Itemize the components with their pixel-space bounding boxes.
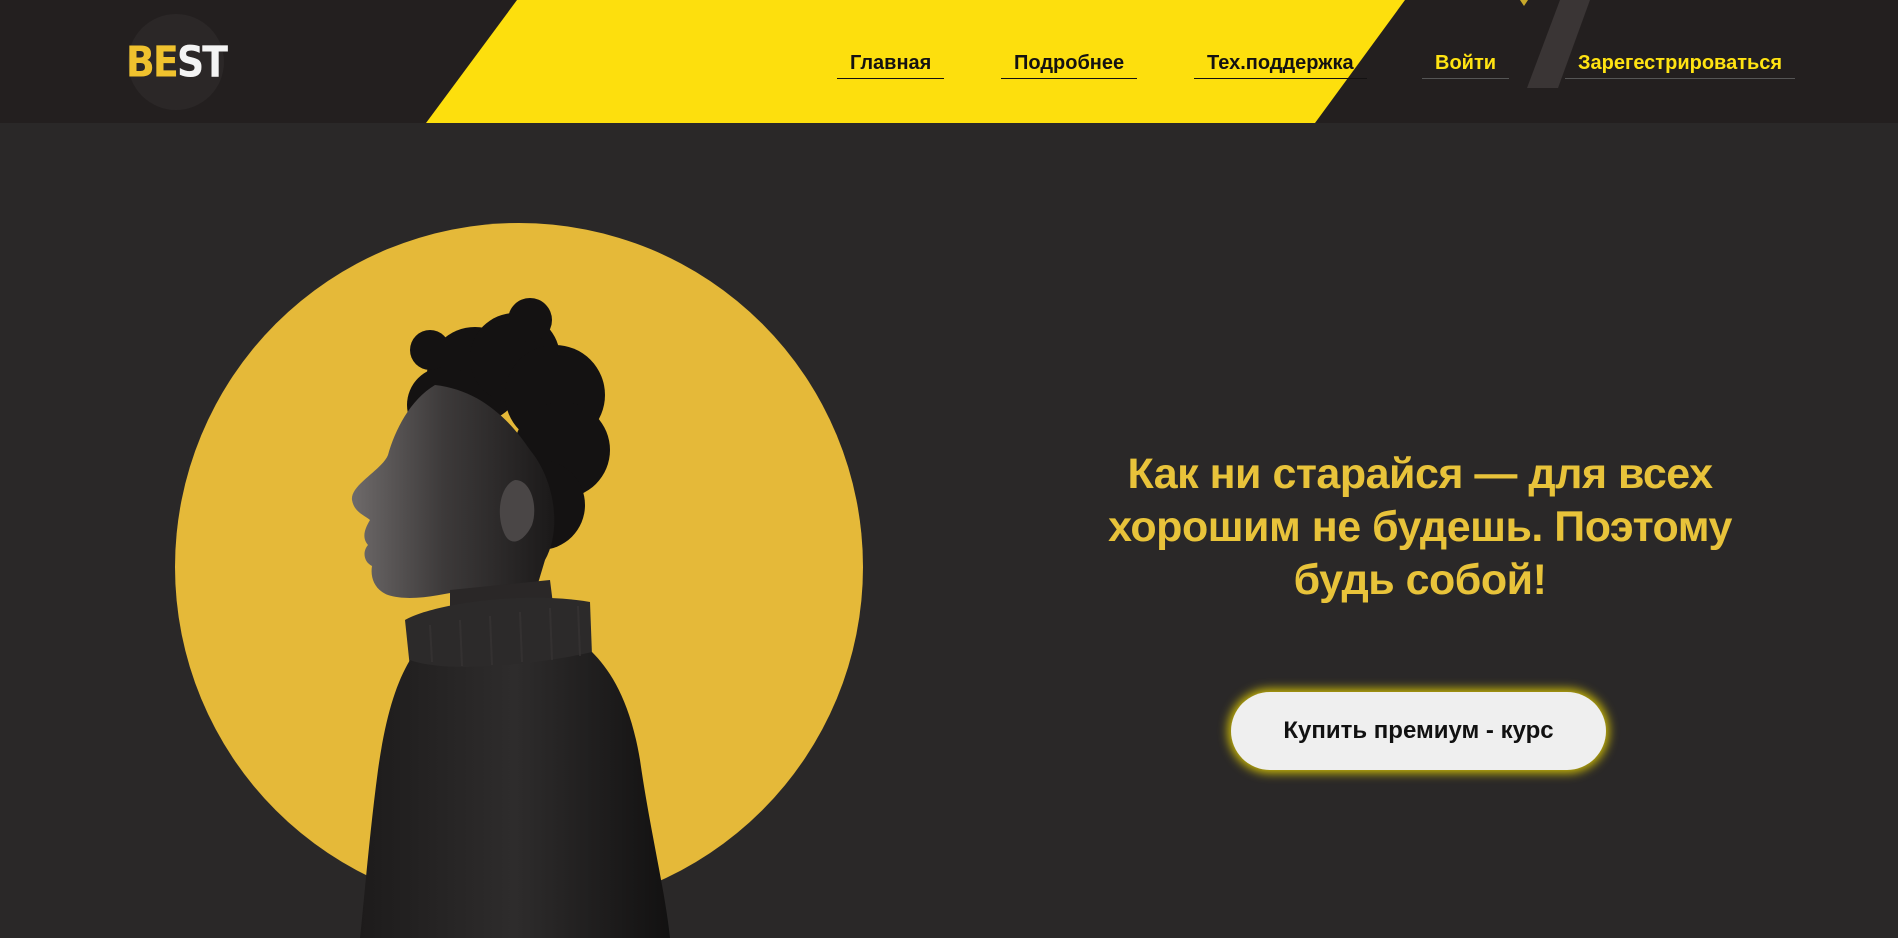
header-slash-tick	[1520, 0, 1528, 6]
buy-premium-course-button[interactable]: Купить премиум - курс	[1231, 692, 1606, 770]
nav-link-details[interactable]: Подробнее	[1001, 50, 1138, 79]
landing-page: BEST Главная Подробнее Тех.поддержка Вой…	[0, 0, 1898, 938]
sweater-body	[360, 652, 670, 938]
person-profile-portrait	[351, 298, 670, 938]
nav-link-login[interactable]: Войти	[1422, 50, 1510, 79]
logo-wordmark: BEST	[126, 41, 228, 84]
logo-text-be: BE	[125, 37, 179, 87]
nav-link-support[interactable]: Тех.поддержка	[1194, 50, 1367, 79]
hero-headline: Как ни старайся — для всех хорошим не бу…	[1108, 450, 1732, 604]
site-header: BEST Главная Подробнее Тех.поддержка Вой…	[0, 0, 1898, 123]
site-logo[interactable]: BEST	[126, 14, 228, 110]
logo-text-st: ST	[176, 37, 228, 87]
nav-link-register[interactable]: Зарегестрироваться	[1565, 50, 1796, 79]
nav-link-home[interactable]: Главная	[837, 50, 945, 79]
